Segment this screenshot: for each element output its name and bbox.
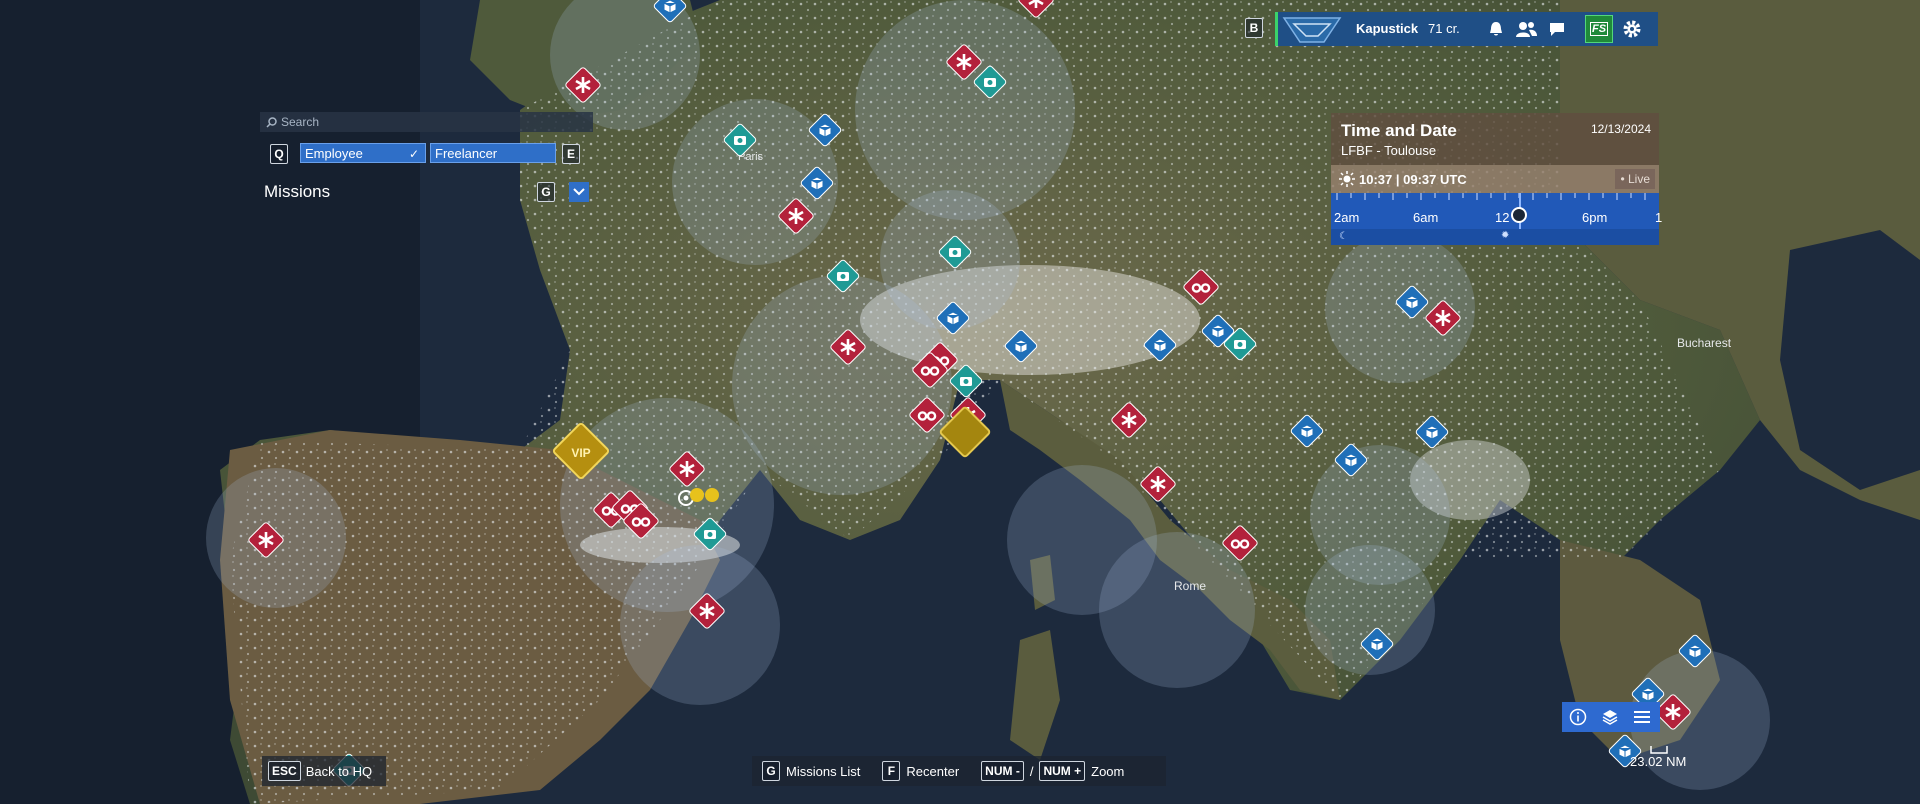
map-scale: 23.02 NM (1630, 746, 1686, 769)
username: Kapustick (1356, 21, 1419, 36)
label-bucharest: Bucharest (1677, 336, 1732, 350)
info-icon[interactable] (1562, 702, 1594, 732)
back-label: Back to HQ (305, 763, 373, 779)
prev-filter-key[interactable]: Q (270, 144, 288, 164)
recenter-label: Recenter (906, 763, 960, 779)
slider-handle[interactable] (1511, 207, 1527, 223)
sun-icon (1339, 171, 1355, 192)
list-icon[interactable] (1626, 702, 1658, 732)
svg-text:VIP: VIP (571, 446, 590, 460)
moon-icon: ☾ (1339, 231, 1348, 242)
time-slider[interactable]: 2am 6am 12 6pm 1 ☾ ✹ (1331, 193, 1663, 245)
location-value: LFBF - Toulouse (1341, 143, 1437, 158)
top-bar: B Kapustick 71 cr. FS (1240, 10, 1658, 48)
squadron-emblem-icon (1282, 17, 1342, 43)
timeline-label: 6am (1413, 210, 1439, 225)
back-key[interactable]: ESC (268, 761, 301, 781)
missions-header: Missions G (260, 178, 593, 204)
mission-filter-tabs: Q Employee ✓ Freelancer E (260, 140, 593, 168)
recenter-key[interactable]: F (882, 761, 901, 781)
time-panel-title: Time and Date (1341, 121, 1457, 140)
gear-icon[interactable] (1618, 15, 1646, 43)
map-tools (1562, 702, 1660, 732)
search-icon (266, 116, 277, 128)
zoom-in-key[interactable]: NUM + (1039, 761, 1086, 781)
zoom-out-key[interactable]: NUM - (981, 761, 1024, 781)
timeline-label: 6pm (1582, 210, 1608, 225)
bottom-controls: G Missions List F Recenter NUM - / NUM +… (752, 756, 1166, 786)
credits: 71 cr. (1428, 21, 1460, 36)
tab-employee[interactable]: Employee ✓ (300, 143, 426, 163)
time-row: 10:37 | 09:37 UTC • Live (1331, 165, 1659, 193)
chat-icon[interactable] (1543, 15, 1571, 43)
missions-list-label: Missions List (786, 763, 861, 779)
timeline-label: 2am (1334, 210, 1360, 225)
zoom-label: Zoom (1091, 763, 1125, 779)
check-icon: ✓ (408, 147, 419, 161)
tab-employee-label: Employee (305, 146, 363, 161)
zoom-separator: / (1029, 763, 1034, 779)
fs-logo-text: FS (1589, 22, 1609, 36)
date-value: 12/13/2024 (1590, 122, 1651, 136)
label-rome: Rome (1174, 579, 1206, 593)
missions-list-key[interactable]: G (762, 761, 780, 781)
time-panel-header: Time and Date 12/13/2024 LFBF - Toulouse (1331, 113, 1659, 165)
time-value: 10:37 | 09:37 UTC (1359, 172, 1467, 187)
friends-icon[interactable] (1512, 15, 1540, 43)
profile-key[interactable]: B (1245, 18, 1263, 38)
missions-title: Missions (264, 182, 331, 201)
fs-logo-icon[interactable]: FS (1585, 15, 1613, 43)
bell-icon[interactable] (1482, 15, 1510, 43)
timeline-label: 12 (1495, 210, 1510, 225)
sun-small-icon: ✹ (1501, 230, 1510, 241)
search-bar[interactable]: Search (260, 112, 593, 132)
scale-value: 23.02 NM (1630, 754, 1687, 769)
scale-bar-icon (1650, 746, 1668, 754)
next-filter-key[interactable]: E (562, 144, 580, 164)
back-bar[interactable]: ESC Back to HQ (262, 756, 386, 786)
tab-freelancer-label: Freelancer (435, 146, 498, 161)
search-input[interactable]: Search (281, 115, 319, 129)
chevron-down-icon[interactable] (569, 182, 589, 202)
missions-toggle-key[interactable]: G (537, 182, 555, 202)
timeline-label: 1 (1655, 210, 1663, 225)
live-button[interactable]: • Live (1615, 169, 1655, 189)
layers-icon[interactable] (1594, 702, 1626, 732)
time-and-date-panel: Time and Date 12/13/2024 LFBF - Toulouse… (1331, 113, 1663, 245)
tab-freelancer[interactable]: Freelancer (430, 143, 556, 163)
